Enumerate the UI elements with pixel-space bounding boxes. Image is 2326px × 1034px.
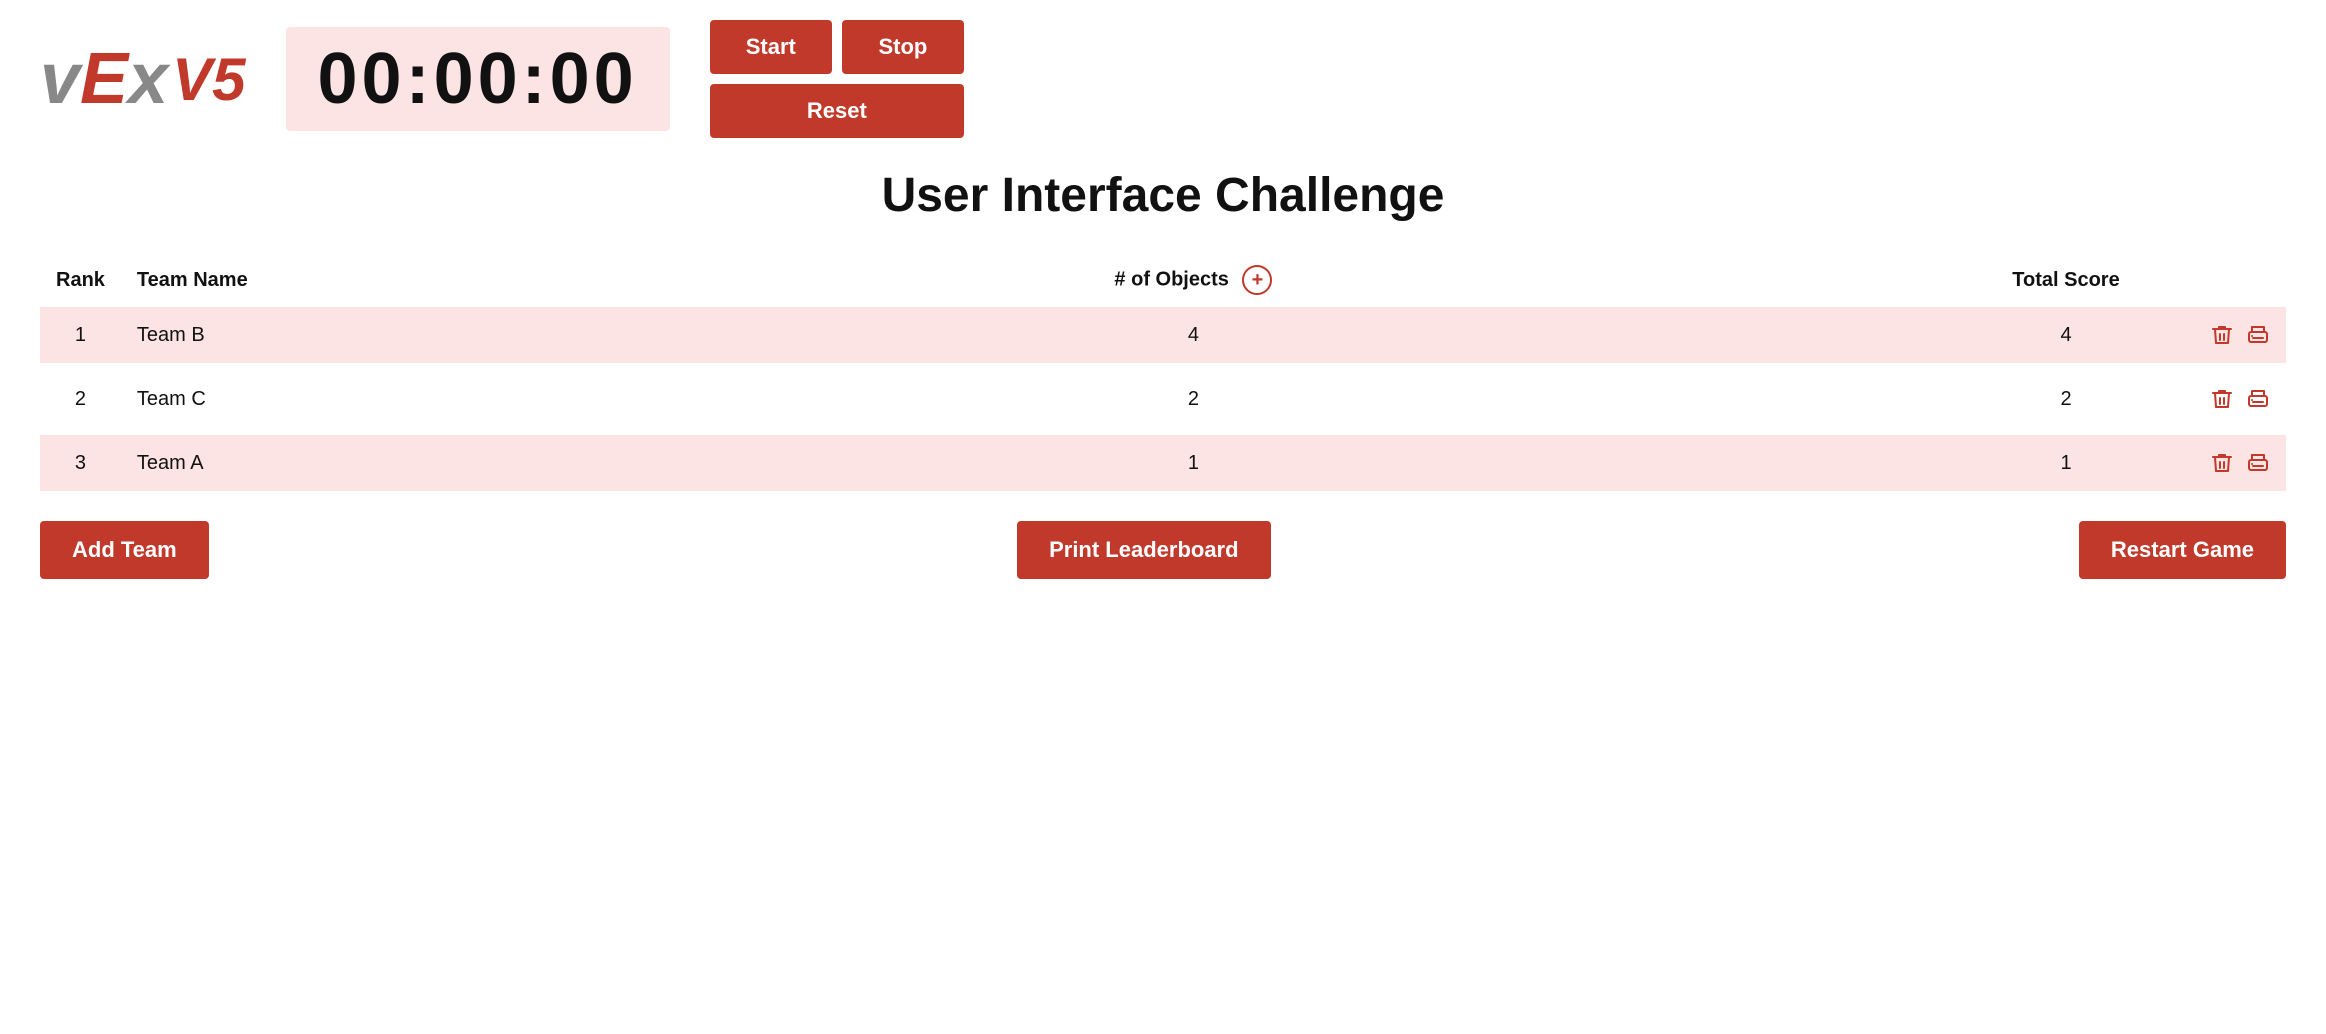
cell-team: Team C xyxy=(121,371,421,427)
cell-rank: 3 xyxy=(40,435,121,491)
col-header-team: Team Name xyxy=(121,253,421,307)
table-row: 2 Team C 2 2 xyxy=(40,371,2286,427)
print-icon[interactable] xyxy=(2246,451,2270,475)
print-icon[interactable] xyxy=(2246,387,2270,411)
cell-actions xyxy=(2166,307,2286,363)
timer-display: 00:00:00 xyxy=(318,43,638,115)
logo: vExV5 xyxy=(40,38,246,120)
cell-objects: 2 xyxy=(421,371,1966,427)
delete-icon[interactable] xyxy=(2210,387,2234,411)
cell-rank: 2 xyxy=(40,371,121,427)
bottom-bar: Add Team Print Leaderboard Restart Game xyxy=(40,521,2286,579)
cell-actions xyxy=(2166,435,2286,491)
objects-label: # of Objects xyxy=(1114,268,1228,290)
delete-icon[interactable] xyxy=(2210,451,2234,475)
table-header-row: Rank Team Name # of Objects + Total Scor… xyxy=(40,253,2286,307)
print-leaderboard-button[interactable]: Print Leaderboard xyxy=(1017,521,1270,579)
cell-score: 1 xyxy=(1966,435,2166,491)
logo-e: E xyxy=(80,38,128,120)
cell-score: 2 xyxy=(1966,371,2166,427)
start-button[interactable]: Start xyxy=(710,20,832,74)
leaderboard-table: Rank Team Name # of Objects + Total Scor… xyxy=(40,253,2286,491)
action-icons xyxy=(2182,387,2270,411)
add-team-button[interactable]: Add Team xyxy=(40,521,209,579)
cell-objects: 1 xyxy=(421,435,1966,491)
add-object-icon[interactable]: + xyxy=(1242,265,1272,295)
col-header-rank: Rank xyxy=(40,253,121,307)
print-icon[interactable] xyxy=(2246,323,2270,347)
col-header-score: Total Score xyxy=(1966,253,2166,307)
controls-panel: Start Stop Reset xyxy=(710,20,964,138)
cell-actions xyxy=(2166,371,2286,427)
page-title: User Interface Challenge xyxy=(40,168,2286,223)
cell-objects: 4 xyxy=(421,307,1966,363)
cell-score: 4 xyxy=(1966,307,2166,363)
cell-team: Team B xyxy=(121,307,421,363)
table-row: 3 Team A 1 1 xyxy=(40,435,2286,491)
action-icons xyxy=(2182,451,2270,475)
cell-rank: 1 xyxy=(40,307,121,363)
reset-button[interactable]: Reset xyxy=(710,84,964,138)
cell-team: Team A xyxy=(121,435,421,491)
timer-container: 00:00:00 xyxy=(286,27,670,131)
col-header-objects: # of Objects + xyxy=(421,253,1966,307)
stop-button[interactable]: Stop xyxy=(842,20,964,74)
logo-v5: V5 xyxy=(172,45,245,114)
col-header-actions xyxy=(2166,253,2286,307)
table-row: 1 Team B 4 4 xyxy=(40,307,2286,363)
delete-icon[interactable] xyxy=(2210,323,2234,347)
action-icons xyxy=(2182,323,2270,347)
restart-game-button[interactable]: Restart Game xyxy=(2079,521,2286,579)
header: vExV5 00:00:00 Start Stop Reset xyxy=(40,20,2286,138)
logo-x: x xyxy=(128,38,168,120)
logo-v: v xyxy=(40,38,80,120)
